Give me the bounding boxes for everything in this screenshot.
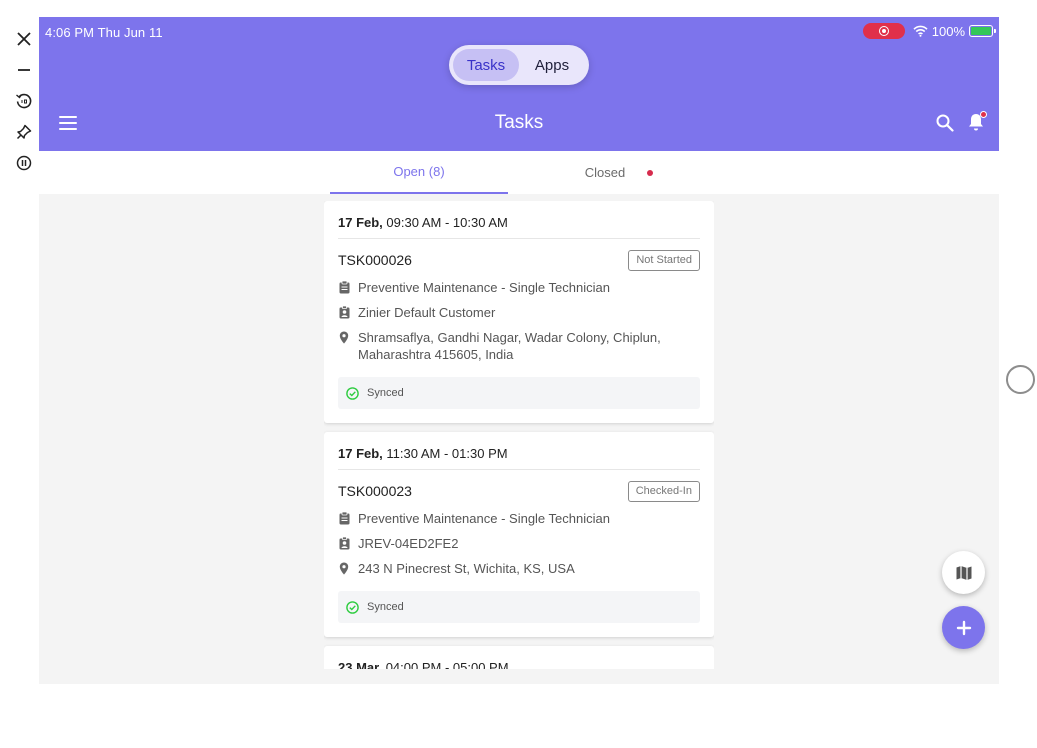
notification-badge [980, 111, 987, 118]
task-address: Shramsaflya, Gandhi Nagar, Wadar Colony,… [358, 330, 661, 362]
task-schedule: 23 Mar, 04:00 PM - 05:00 PM [338, 646, 700, 669]
sync-status: Synced [338, 591, 700, 623]
status-indicators: 100% [862, 23, 996, 39]
rotate-icon[interactable] [13, 90, 35, 112]
screen-recording-icon[interactable] [862, 23, 905, 39]
battery-icon [969, 25, 996, 37]
pin-icon[interactable] [13, 121, 35, 143]
contact-badge-icon [338, 535, 350, 552]
task-date: 17 Feb, [338, 446, 383, 461]
task-customer-row: JREV-04ED2FE2 [338, 535, 700, 552]
task-address: 243 N Pinecrest St, Wichita, KS, USA [358, 561, 575, 576]
status-badge: Checked-In [627, 481, 700, 502]
task-date: 17 Feb, [338, 215, 383, 230]
search-icon[interactable] [935, 113, 955, 133]
location-pin-icon [338, 329, 350, 346]
tab-open-label: Open (8) [393, 164, 445, 179]
task-time: 09:30 AM - 10:30 AM [382, 215, 508, 230]
side-toolbar [12, 28, 36, 183]
status-bar: 4:06 PM Thu Jun 11 100% [39, 17, 999, 45]
page: 4:06 PM Thu Jun 11 100% Tasks Apps Tasks… [0, 0, 1037, 748]
app-screen: 4:06 PM Thu Jun 11 100% Tasks Apps Tasks… [39, 17, 999, 684]
sync-label: Synced [367, 387, 404, 399]
switcher-apps[interactable]: Apps [519, 49, 585, 81]
task-type: Preventive Maintenance - Single Technici… [358, 280, 610, 295]
map-view-button[interactable] [942, 551, 985, 594]
page-title: Tasks [494, 112, 544, 133]
task-time: 11:30 AM - 01:30 PM [382, 446, 508, 461]
clipboard-icon [338, 279, 350, 296]
closed-indicator-dot [647, 169, 654, 176]
tab-open[interactable]: Open (8) [330, 151, 508, 194]
tabs-bar: Open (8) Closed [39, 151, 999, 194]
map-icon [956, 565, 971, 580]
task-id: TSK000023 [338, 483, 412, 499]
task-schedule: 17 Feb, 09:30 AM - 10:30 AM [338, 201, 700, 239]
task-customer-row: Zinier Default Customer [338, 304, 700, 321]
battery-percent: 100% [931, 23, 965, 39]
task-header-row: TSK000023 Checked-In [338, 470, 700, 510]
close-icon[interactable] [13, 28, 35, 50]
task-address-row: Shramsaflya, Gandhi Nagar, Wadar Colony,… [338, 329, 700, 363]
notifications-button[interactable] [967, 111, 987, 132]
task-card[interactable]: 23 Mar, 04:00 PM - 05:00 PM [324, 646, 714, 669]
task-time: 04:00 PM - 05:00 PM [382, 660, 509, 669]
assistive-touch-button[interactable] [1006, 365, 1035, 394]
status-time: 4:06 PM Thu Jun 11 [45, 25, 163, 40]
clipboard-icon [338, 510, 350, 527]
task-type: Preventive Maintenance - Single Technici… [358, 511, 610, 526]
task-card[interactable]: 17 Feb, 11:30 AM - 01:30 PM TSK000023 Ch… [324, 432, 714, 637]
contact-badge-icon [338, 304, 350, 321]
wifi-icon [913, 25, 928, 37]
task-customer: Zinier Default Customer [358, 305, 496, 320]
check-circle-icon [346, 386, 359, 400]
task-date: 23 Mar, [338, 660, 383, 669]
app-switcher: Tasks Apps [449, 45, 589, 85]
app-header: 4:06 PM Thu Jun 11 100% Tasks Apps Tasks [39, 17, 999, 151]
switcher-tasks[interactable]: Tasks [453, 49, 519, 81]
task-type-row: Preventive Maintenance - Single Technici… [338, 279, 700, 296]
task-card[interactable]: 17 Feb, 09:30 AM - 10:30 AM TSK000026 No… [324, 201, 714, 423]
sync-status: Synced [338, 377, 700, 409]
task-schedule: 17 Feb, 11:30 AM - 01:30 PM [338, 432, 700, 470]
status-badge: Not Started [628, 250, 700, 271]
task-header-row: TSK000026 Not Started [338, 239, 700, 279]
task-id: TSK000026 [338, 252, 412, 268]
plus-icon [956, 620, 971, 635]
toolbar: Tasks [39, 107, 999, 141]
location-pin-icon [338, 560, 350, 577]
task-customer: JREV-04ED2FE2 [358, 536, 459, 551]
add-task-button[interactable] [942, 606, 985, 649]
pause-icon[interactable] [13, 152, 35, 174]
minimize-icon[interactable] [13, 59, 35, 81]
check-circle-icon [346, 600, 359, 614]
task-list: 17 Feb, 09:30 AM - 10:30 AM TSK000026 No… [324, 201, 714, 669]
tab-closed-label: Closed [584, 165, 626, 180]
tab-closed[interactable]: Closed [530, 151, 708, 194]
task-type-row: Preventive Maintenance - Single Technici… [338, 510, 700, 527]
task-address-row: 243 N Pinecrest St, Wichita, KS, USA [338, 560, 700, 577]
sync-label: Synced [367, 601, 404, 613]
